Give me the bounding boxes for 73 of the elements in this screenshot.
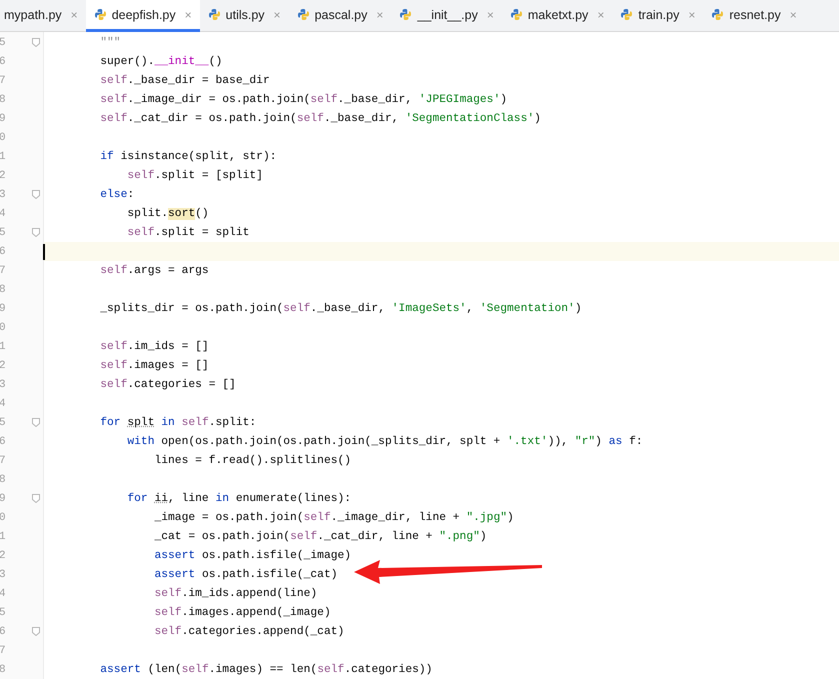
line-number: 6 — [0, 436, 7, 448]
line-number: 5 — [0, 226, 7, 238]
code-line: lines = f.read().splitlines() — [153, 454, 352, 466]
line-number: 8 — [0, 284, 7, 296]
line-number: 6 — [0, 246, 7, 258]
line-number: 1 — [0, 150, 7, 162]
line-number: 8 — [0, 94, 7, 106]
fold-marker-icon[interactable] — [32, 228, 40, 237]
code-line: for ii, line in enumerate(lines): — [126, 492, 352, 504]
code-line: self._base_dir = base_dir — [99, 74, 270, 86]
line-number: 7 — [0, 644, 7, 656]
code-line: self.categories.append(_cat) — [153, 626, 344, 638]
file-tab[interactable]: mypath.py × — [0, 0, 86, 32]
line-number: 0 — [0, 512, 7, 524]
file-tab[interactable]: __init__.py × — [391, 0, 502, 32]
line-number: 7 — [0, 264, 7, 276]
line-number: 2 — [0, 360, 7, 372]
fold-marker-icon[interactable] — [32, 494, 40, 503]
line-number: 3 — [0, 568, 7, 580]
code-line: self._cat_dir = os.path.join(self._base_dir, 'SegmentationClass') — [99, 112, 541, 124]
code-line: _image = os.path.join(self._image_dir, line + ".jpg") — [153, 512, 514, 524]
code-line: self.images.append(_image) — [153, 606, 331, 618]
code-line: _splits_dir = os.path.join(self._base_dir, 'ImageSets', 'Segmentation') — [99, 302, 582, 314]
file-tab[interactable]: deepfish.py × — [86, 0, 200, 32]
code-line: with open(os.path.join(os.path.join(_splits_dir, splt + '.txt')), "r") as f: — [126, 436, 643, 448]
line-number: 8 — [0, 664, 7, 676]
code-line: else: — [99, 188, 134, 200]
code-line: self._image_dir = os.path.join(self._base_dir, 'JPEGImages') — [99, 94, 508, 106]
fold-marker-icon[interactable] — [32, 190, 40, 199]
code-line: """ — [99, 36, 121, 48]
file-tab[interactable]: resnet.py × — [703, 0, 805, 32]
line-number: 6 — [0, 56, 7, 68]
code-line: self.args = args — [99, 264, 209, 276]
code-line: super().__init__() — [99, 56, 222, 68]
code-line: self.images = [] — [99, 360, 209, 372]
line-number: 0 — [0, 322, 7, 334]
line-number: 0 — [0, 132, 7, 144]
code-line: if isinstance(split, str): — [99, 150, 277, 162]
code-line: self.split = [split] — [126, 170, 263, 182]
line-number: 9 — [0, 492, 7, 504]
line-number: 1 — [0, 530, 7, 542]
code-line: assert (len(self.images) == len(self.categories)) — [99, 664, 432, 676]
code-line: split.sort() — [126, 208, 209, 220]
file-tab[interactable]: utils.py × — [200, 0, 289, 32]
code-line: assert os.path.isfile(_cat) — [153, 568, 338, 580]
text-cursor — [43, 244, 44, 260]
code-line: _cat = os.path.join(self._cat_dir, line + ".png") — [153, 530, 487, 542]
line-number: 5 — [0, 36, 7, 48]
line-number: 7 — [0, 454, 7, 466]
line-number: 3 — [0, 378, 7, 390]
fold-marker-icon[interactable] — [32, 38, 40, 47]
line-number: 5 — [0, 606, 7, 618]
line-number: 8 — [0, 474, 7, 486]
line-number: 1 — [0, 340, 7, 352]
line-number: 2 — [0, 170, 7, 182]
file-tab[interactable]: maketxt.py × — [502, 0, 612, 32]
fold-marker-icon[interactable] — [32, 627, 40, 636]
file-tab[interactable]: train.py × — [612, 0, 704, 32]
code-line: assert os.path.isfile(_image) — [153, 550, 352, 562]
file-tab[interactable]: pascal.py × — [288, 0, 392, 32]
code-line: self.im_ids = [] — [99, 340, 209, 352]
line-number: 5 — [0, 416, 7, 428]
code-line: for splt in self.split: — [99, 416, 256, 428]
line-number: 9 — [0, 302, 7, 314]
line-number: 3 — [0, 188, 7, 200]
code-line: self.im_ids.append(line) — [153, 588, 318, 600]
fold-marker-icon[interactable] — [32, 418, 40, 427]
line-number: 9 — [0, 112, 7, 124]
code-line: self.categories = [] — [99, 378, 236, 390]
code-line: self.split = split — [126, 226, 250, 238]
line-number: 6 — [0, 626, 7, 638]
line-number: 2 — [0, 550, 7, 562]
line-number: 7 — [0, 74, 7, 86]
